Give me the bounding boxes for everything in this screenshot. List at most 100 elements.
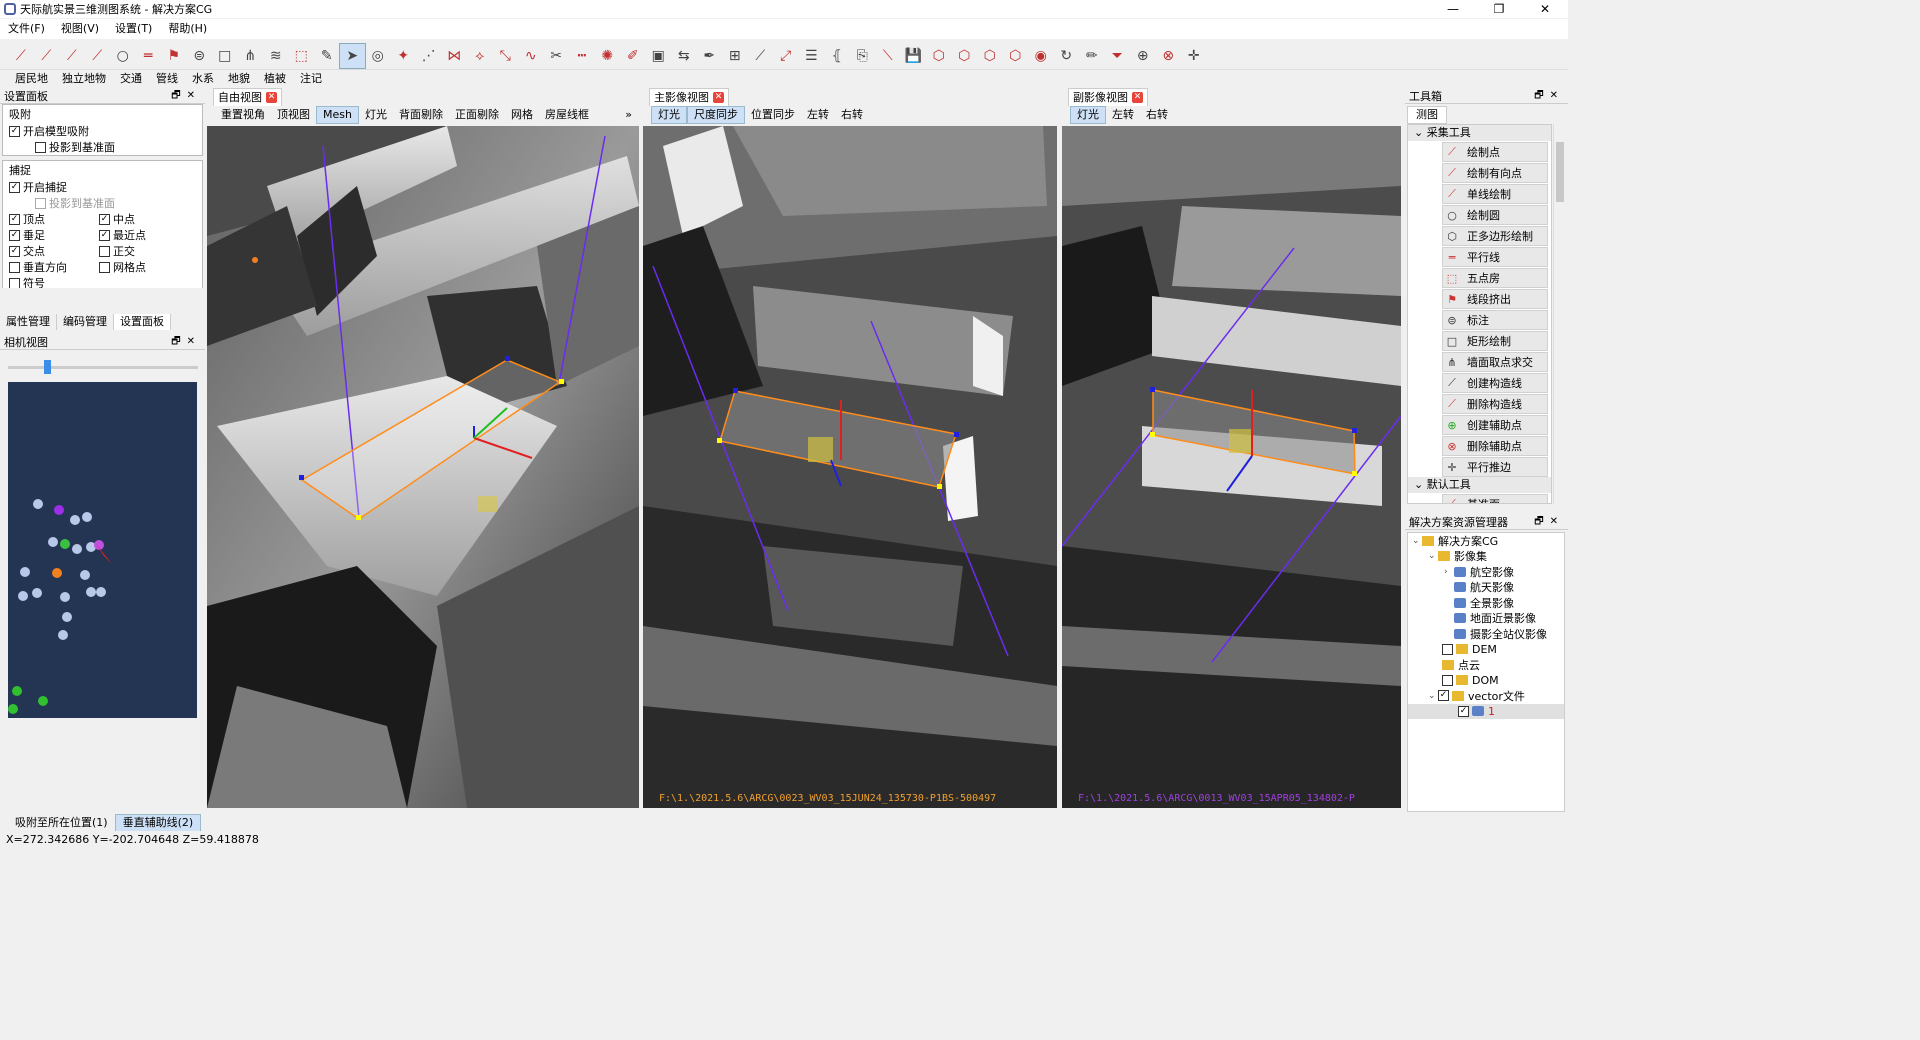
reset-view-button[interactable]: 重置视角 (215, 107, 271, 123)
tool-five-point-house[interactable]: ⬚ 五点房 (1442, 268, 1548, 288)
save-icon[interactable]: 💾 (901, 44, 927, 68)
camera-dot[interactable] (52, 568, 62, 578)
swap-icon[interactable]: ⇆ (671, 44, 697, 68)
rotate-icon[interactable]: ↻ (1054, 44, 1080, 68)
light-button[interactable]: 灯光 (1070, 106, 1106, 124)
maximize-button[interactable]: ❐ (1476, 0, 1522, 18)
camera-dot[interactable] (70, 515, 80, 525)
tool-draw-directed-point[interactable]: ⟋ 绘制有向点 (1442, 163, 1548, 183)
menu-settings[interactable]: 设置(T) (107, 19, 160, 39)
checkbox-checked-icon[interactable]: ✓ (99, 213, 110, 225)
tree-image-aerial[interactable]: › 航空影像 (1408, 564, 1564, 580)
option-intersection[interactable]: ✓ 交点 (3, 243, 93, 259)
circle-icon[interactable]: ○ (110, 44, 136, 68)
layer-residential[interactable]: 居民地 (8, 70, 55, 88)
section-default-tools[interactable]: ⌄ 默认工具 (1408, 477, 1551, 493)
snap-project-option[interactable]: 投影到基准面 (3, 139, 202, 155)
checkbox-checked-icon[interactable]: ✓ (9, 213, 20, 225)
tab-attributes[interactable]: 属性管理 (0, 314, 57, 330)
option-vertex[interactable]: ✓ 顶点 (3, 211, 93, 227)
camera-dot[interactable] (18, 591, 28, 601)
layer-terrain[interactable]: 地貌 (221, 70, 257, 88)
close-tab-icon[interactable]: ✕ (713, 92, 724, 103)
break-icon[interactable]: ⟡ (467, 44, 493, 68)
tool-wall-intersect[interactable]: ⋔ 墙面取点求交 (1442, 352, 1548, 372)
box-icon[interactable]: ▣ (646, 44, 672, 68)
checkbox-checked-icon[interactable]: ✓ (9, 245, 20, 257)
select-box-icon[interactable]: ⬚ (289, 44, 315, 68)
checkbox-icon[interactable] (9, 277, 20, 289)
scissors-icon[interactable]: ✂ (544, 44, 570, 68)
position-sync-button[interactable]: 位置同步 (745, 107, 801, 123)
cube-delete-icon[interactable]: ⬡ (952, 44, 978, 68)
tool-base-plane[interactable]: ⟋基准面 (1442, 494, 1548, 503)
panel-controls[interactable]: 🗗✕ (171, 88, 201, 105)
option-vertical[interactable]: 垂直方向 (3, 259, 93, 275)
light-button[interactable]: 灯光 (359, 107, 393, 123)
grid-icon[interactable]: ⊞ (722, 44, 748, 68)
draw-point-icon[interactable]: ⟋ (8, 44, 34, 68)
tool-draw-point[interactable]: ⟋ 绘制点 (1442, 142, 1548, 162)
line-icon[interactable]: ⟋ (85, 44, 111, 68)
ruler-edit-icon[interactable]: ✏ (1079, 44, 1105, 68)
checkbox-icon[interactable] (1442, 643, 1453, 655)
cube-edit-icon[interactable]: ⬡ (977, 44, 1003, 68)
tab-settings[interactable]: 设置面板 (114, 314, 171, 330)
single-line-icon[interactable]: ⟋ (59, 44, 85, 68)
diagonal-icon[interactable]: ⟍ (875, 44, 901, 68)
rectangle-icon[interactable]: □ (212, 44, 238, 68)
menu-help[interactable]: 帮助(H) (160, 19, 215, 39)
rotate-right-button[interactable]: 右转 (1140, 107, 1174, 123)
panel-controls[interactable]: 🗗✕ (1534, 88, 1564, 105)
minimize-button[interactable]: — (1430, 0, 1476, 18)
tree-root[interactable]: ⌄ 解决方案CG (1408, 533, 1564, 549)
option-orthogonal[interactable]: 正交 (93, 243, 183, 259)
panel-controls[interactable]: 🗗✕ (1534, 514, 1564, 531)
brush-icon[interactable]: ✐ (620, 44, 646, 68)
list-icon[interactable]: ☰ (799, 44, 825, 68)
camera-dot[interactable] (82, 512, 92, 522)
chevron-down-icon[interactable]: ⌄ (1412, 536, 1422, 546)
free-view-canvas[interactable] (207, 126, 639, 808)
checkbox-icon[interactable] (1442, 674, 1453, 686)
camera-dot[interactable] (86, 587, 96, 597)
tree-dom[interactable]: DOM (1408, 673, 1564, 689)
close-tab-icon[interactable]: ✕ (1132, 92, 1143, 103)
tool-parallel-line[interactable]: ═ 平行线 (1442, 247, 1548, 267)
tab-snap-position[interactable]: 吸附至所在位置(1) (8, 815, 115, 831)
mesh-button[interactable]: Mesh (316, 106, 359, 124)
tab-mapping[interactable]: 测图 (1407, 106, 1447, 124)
more-tools-button[interactable]: » (619, 107, 638, 123)
light-button[interactable]: 灯光 (651, 106, 687, 124)
scrollbar-thumb[interactable] (1556, 142, 1564, 202)
vertex-edit-icon[interactable]: ⋰ (416, 44, 442, 68)
checkbox-checked-icon[interactable]: ✓ (9, 125, 20, 137)
sub-image-canvas[interactable]: F:\1.\2021.5.6\ARCG\0013_WV03_15APR05_13… (1062, 126, 1401, 808)
tool-delete-aux-point[interactable]: ⊗ 删除辅助点 (1442, 436, 1548, 456)
tree-image-totalstation[interactable]: 摄影全站仪影像 (1408, 626, 1564, 642)
camera-dot[interactable] (58, 630, 68, 640)
add-point-icon[interactable]: ⊕ (1130, 44, 1156, 68)
tool-polygon[interactable]: ⬡ 正多边形绘制 (1442, 226, 1548, 246)
option-nearest[interactable]: ✓ 最近点 (93, 227, 183, 243)
remove-point-icon[interactable]: ⊗ (1156, 44, 1182, 68)
camera-slider-track[interactable] (8, 366, 198, 369)
camera-view-canvas[interactable] (8, 382, 197, 718)
move-icon[interactable]: ✛ (1181, 44, 1207, 68)
tool-rectangle[interactable]: □ 矩形绘制 (1442, 331, 1548, 351)
camera-slider-thumb[interactable] (44, 360, 51, 374)
layer-vegetation[interactable]: 植被 (257, 70, 293, 88)
section-capture-tools[interactable]: ⌄ 采集工具 (1408, 125, 1551, 141)
top-view-button[interactable]: 顶视图 (271, 107, 316, 123)
vertex-icon[interactable]: ✦ (391, 44, 417, 68)
camera-dot[interactable] (96, 587, 106, 597)
tool-annotation[interactable]: ⊜ 标注 (1442, 310, 1548, 330)
checkbox-icon[interactable] (99, 261, 110, 273)
tree-imageset[interactable]: ⌄ 影像集 (1408, 549, 1564, 565)
checkbox-checked-icon[interactable]: ✓ (99, 229, 110, 241)
tool-draw-circle[interactable]: ○ 绘制圆 (1442, 205, 1548, 225)
camera-dot[interactable] (60, 592, 70, 602)
menu-view[interactable]: 视图(V) (53, 19, 107, 39)
layer-traffic[interactable]: 交通 (113, 70, 149, 88)
tab-free-view[interactable]: 自由视图 ✕ (213, 88, 282, 106)
